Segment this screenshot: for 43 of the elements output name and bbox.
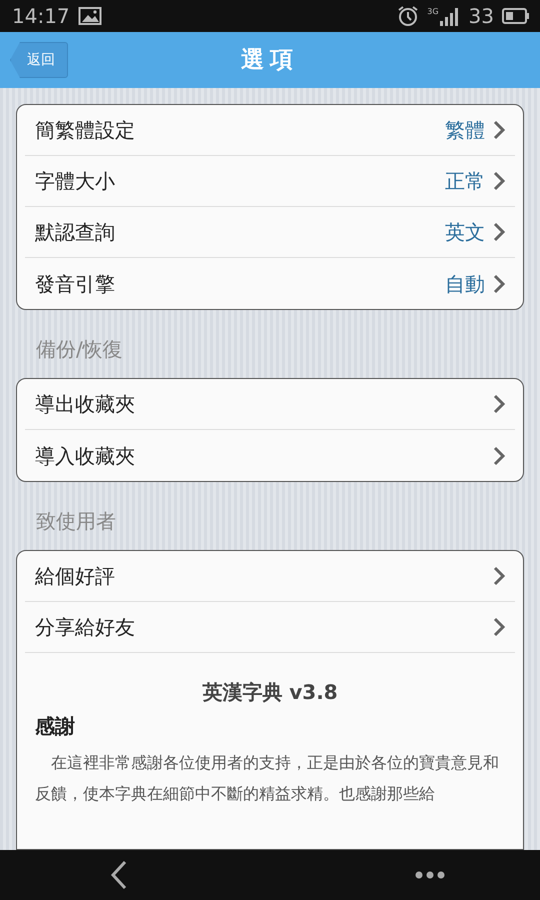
row-label: 導入收藏夾: [35, 442, 135, 470]
chevron-icon: [493, 394, 505, 414]
chevron-icon: [493, 446, 505, 466]
battery-icon: [502, 8, 530, 24]
network-type: 3G: [427, 6, 439, 18]
row-label: 簡繁體設定: [35, 117, 135, 144]
back-icon[interactable]: [110, 860, 128, 890]
signal-icon: [438, 6, 461, 26]
page-title: 選項: [241, 46, 299, 75]
row-label: 導出收藏夾: [35, 391, 135, 418]
row-label: 給個好評: [35, 563, 115, 590]
chevron-icon: [493, 274, 505, 294]
row-value: 繁體: [445, 117, 485, 144]
chevron-icon: [493, 222, 505, 242]
chevron-icon: [493, 566, 505, 586]
settings-row[interactable]: 字體大小 正常: [25, 156, 515, 207]
section-heading: 備份/恢復: [35, 336, 124, 363]
settings-row[interactable]: 默認查詢 英文: [25, 207, 515, 258]
settings-row[interactable]: 給個好評: [25, 551, 515, 602]
about-text: 在這裡非常感謝各位使用者的支持，正是由於各位的寶貴意見和反饋，使本字典在細節中不斷的精益求精。也感謝那些給: [35, 752, 500, 805]
chevron-icon: [493, 171, 505, 191]
battery-level: 33: [468, 3, 494, 30]
chevron-icon: [493, 617, 505, 637]
settings-row[interactable]: 分享給好友: [25, 602, 515, 653]
more-icon[interactable]: [415, 871, 445, 879]
about-title: 英漢字典 v3.8: [201, 679, 339, 706]
settings-row[interactable]: 簡繁體設定 繁體: [25, 105, 515, 156]
settings-row[interactable]: 發音引擎 自動: [25, 258, 515, 309]
settings-row[interactable]: 導入收藏夾: [25, 430, 515, 481]
row-label: 字體大小: [35, 168, 115, 195]
image-icon: [78, 6, 102, 26]
row-value: 英文: [445, 219, 485, 246]
settings-row[interactable]: 導出收藏夾: [25, 379, 515, 430]
section-heading: 致使用者: [35, 508, 117, 535]
clock-time: 14:17: [12, 3, 70, 30]
row-value: 正常: [445, 168, 485, 195]
row-label: 發音引擎: [35, 270, 115, 298]
alarm-icon: [397, 5, 420, 27]
row-value: 自動: [445, 270, 485, 298]
about-subtitle: 感謝: [35, 713, 76, 740]
row-label: 默認查詢: [35, 219, 115, 246]
row-label: 分享給好友: [35, 614, 135, 641]
chevron-icon: [493, 120, 505, 140]
